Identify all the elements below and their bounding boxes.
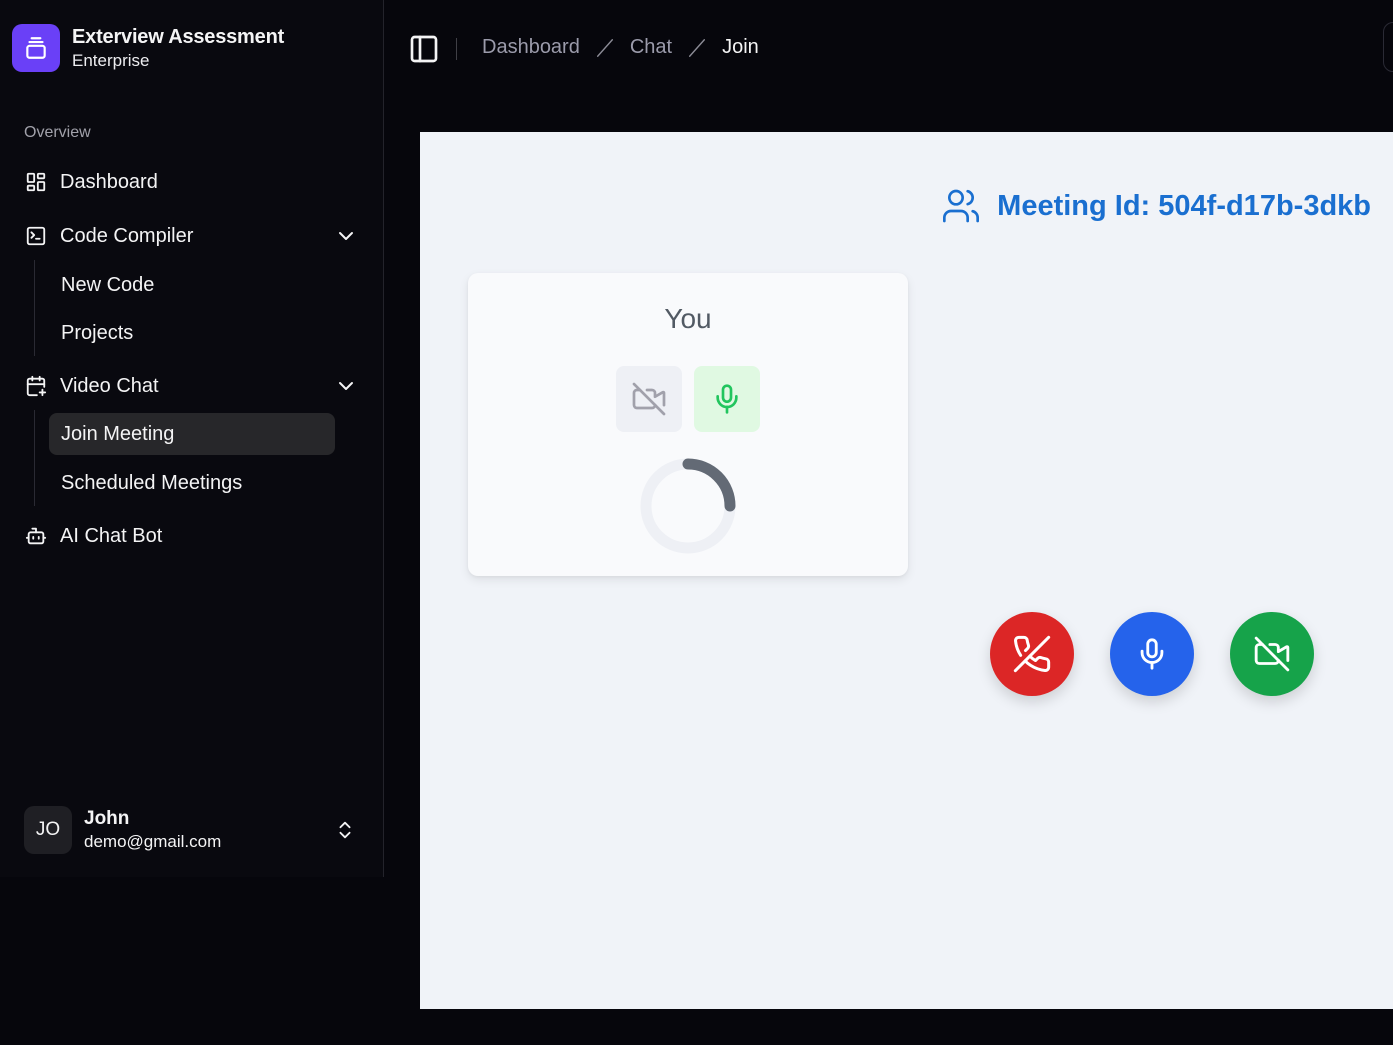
spinner-arc bbox=[682, 458, 736, 512]
end-call-button[interactable] bbox=[990, 612, 1074, 696]
participant-card: You bbox=[468, 273, 908, 576]
breadcrumb-dashboard[interactable]: Dashboard bbox=[482, 36, 580, 59]
breadcrumb: Dashboard Chat Join bbox=[482, 36, 759, 59]
chevron-down-icon[interactable] bbox=[334, 374, 358, 398]
bot-icon bbox=[24, 524, 48, 548]
chevrons-up-down-icon[interactable] bbox=[334, 818, 356, 842]
sidebar-item-label: Dashboard bbox=[60, 170, 158, 193]
submenu-line bbox=[34, 260, 35, 356]
participant-name: You bbox=[664, 303, 712, 334]
archive-box-icon bbox=[12, 24, 60, 72]
sidebar-subitem-new-code[interactable]: New Code bbox=[49, 264, 335, 306]
toggle-camera-button[interactable] bbox=[1230, 612, 1314, 696]
meeting-id-text: Meeting Id: 504f-d17b-3dkb bbox=[997, 189, 1371, 222]
sidebar-item-label: Video Chat bbox=[60, 374, 159, 397]
divider bbox=[456, 38, 457, 60]
meeting-area: Meeting Id: 504f-d17b-3dkb You bbox=[420, 132, 1393, 1009]
sidebar-toggle-icon[interactable] bbox=[408, 33, 440, 65]
layout-dashboard-icon bbox=[24, 170, 48, 194]
sidebar-item-label: Code Compiler bbox=[60, 224, 194, 247]
terminal-square-icon bbox=[24, 224, 48, 248]
sidebar-item-video-chat[interactable]: Video Chat bbox=[16, 366, 368, 406]
users-icon bbox=[943, 189, 980, 223]
mic-icon bbox=[716, 384, 738, 414]
meeting-id: Meeting Id: 504f-d17b-3dkb bbox=[941, 186, 1371, 226]
breadcrumb-join: Join bbox=[722, 36, 759, 58]
sidebar-item-label: AI Chat Bot bbox=[60, 524, 163, 547]
sidebar-item-code-compiler[interactable]: Code Compiler bbox=[16, 216, 368, 256]
brand-title: Exterview Assessment bbox=[72, 26, 285, 48]
user-name: John bbox=[84, 808, 130, 829]
sidebar-subitem-projects[interactable]: Projects bbox=[49, 312, 335, 354]
brand[interactable]: Exterview Assessment Enterprise bbox=[12, 24, 284, 72]
participant-mic-status bbox=[694, 366, 760, 432]
call-controls bbox=[990, 612, 1314, 696]
brand-subtitle: Enterprise bbox=[72, 51, 150, 70]
avatar: JO bbox=[24, 806, 72, 854]
breadcrumb-chat[interactable]: Chat bbox=[630, 36, 672, 59]
slash-separator-icon bbox=[596, 38, 613, 57]
sidebar-subitem-scheduled-meetings[interactable]: Scheduled Meetings bbox=[49, 462, 335, 504]
phone-off-icon bbox=[1013, 635, 1051, 673]
loading-spinner bbox=[640, 458, 736, 554]
sidebar-item-ai-chat-bot[interactable]: AI Chat Bot bbox=[16, 516, 368, 556]
section-label-overview: Overview bbox=[24, 124, 91, 141]
top-bar: Dashboard Chat Join bbox=[384, 0, 1393, 100]
toggle-mic-button[interactable] bbox=[1110, 612, 1194, 696]
participant-camera-status bbox=[616, 366, 682, 432]
user-menu[interactable]: JO John demo@gmail.com bbox=[24, 806, 368, 854]
calendar-plus-icon bbox=[24, 374, 48, 398]
top-right-button[interactable] bbox=[1383, 22, 1393, 72]
sidebar-item-dashboard[interactable]: Dashboard bbox=[16, 162, 368, 202]
video-off-icon bbox=[632, 382, 666, 416]
mic-icon bbox=[1140, 638, 1164, 670]
user-email: demo@gmail.com bbox=[84, 832, 222, 851]
submenu-line bbox=[34, 410, 35, 506]
video-off-icon bbox=[1254, 636, 1290, 672]
slash-separator-icon bbox=[689, 38, 706, 57]
chevron-down-icon[interactable] bbox=[334, 224, 358, 248]
sidebar: Exterview Assessment Enterprise Overview… bbox=[0, 0, 384, 877]
sidebar-subitem-join-meeting[interactable]: Join Meeting bbox=[49, 413, 335, 455]
